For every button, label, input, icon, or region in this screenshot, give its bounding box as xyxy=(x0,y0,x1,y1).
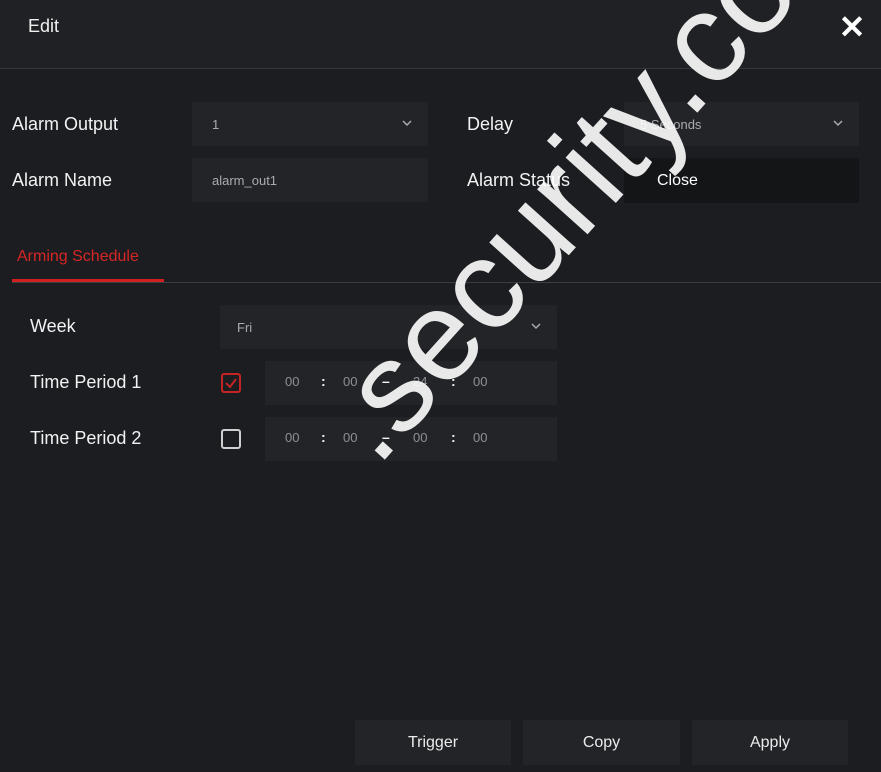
end-hour[interactable]: 00 xyxy=(413,430,427,445)
dialog-header: Edit ✕ xyxy=(0,0,881,69)
week-value: Fri xyxy=(237,319,253,335)
end-minute[interactable]: 00 xyxy=(473,374,487,389)
end-hour[interactable]: 24 xyxy=(413,374,427,389)
time-period-1-checkbox[interactable] xyxy=(221,373,241,393)
dash-separator: – xyxy=(382,429,390,445)
alarm-status-button[interactable]: Close xyxy=(624,158,859,203)
colon-separator: : xyxy=(321,429,326,445)
dash-separator: – xyxy=(382,373,390,389)
tab-divider xyxy=(12,282,881,283)
start-minute[interactable]: 00 xyxy=(343,430,357,445)
alarm-name-value: alarm_out1 xyxy=(212,172,278,188)
alarm-name-input[interactable]: alarm_out1 xyxy=(192,158,428,202)
colon-separator: : xyxy=(451,429,456,445)
start-hour[interactable]: 00 xyxy=(285,374,299,389)
watermark: .security.co xyxy=(291,0,825,488)
chevron-down-icon xyxy=(402,120,412,127)
alarm-status-label: Alarm Status xyxy=(467,170,571,190)
tab-arming-schedule[interactable]: Arming Schedule xyxy=(17,248,139,266)
chevron-down-icon xyxy=(531,323,541,330)
alarm-output-value: 1 xyxy=(212,116,220,132)
dialog-title: Edit xyxy=(28,16,60,36)
time-period-2-label: Time Period 2 xyxy=(30,428,142,448)
close-icon[interactable]: ✕ xyxy=(837,10,867,44)
time-period-1-label: Time Period 1 xyxy=(30,372,142,392)
time-period-2-range[interactable]: 00 : 00 – 00 : 00 xyxy=(265,417,557,461)
end-minute[interactable]: 00 xyxy=(473,430,487,445)
chevron-down-icon xyxy=(833,120,843,127)
colon-separator: : xyxy=(321,373,326,389)
checkmark-icon xyxy=(225,378,237,389)
colon-separator: : xyxy=(451,373,456,389)
delay-select[interactable]: 5 Seconds xyxy=(624,102,859,146)
start-hour[interactable]: 00 xyxy=(285,430,299,445)
week-select[interactable]: Fri xyxy=(220,305,557,349)
delay-label: Delay xyxy=(467,114,514,134)
time-period-2-checkbox[interactable] xyxy=(221,429,241,449)
alarm-output-label: Alarm Output xyxy=(12,114,119,134)
time-period-1-range[interactable]: 00 : 00 – 24 : 00 xyxy=(265,361,557,405)
alarm-name-label: Alarm Name xyxy=(12,170,113,190)
start-minute[interactable]: 00 xyxy=(343,374,357,389)
week-label: Week xyxy=(30,316,76,336)
copy-button[interactable]: Copy xyxy=(523,720,680,765)
apply-button[interactable]: Apply xyxy=(692,720,848,765)
alarm-output-select[interactable]: 1 xyxy=(192,102,428,146)
delay-value: 5 Seconds xyxy=(640,116,702,132)
trigger-button[interactable]: Trigger xyxy=(355,720,511,765)
